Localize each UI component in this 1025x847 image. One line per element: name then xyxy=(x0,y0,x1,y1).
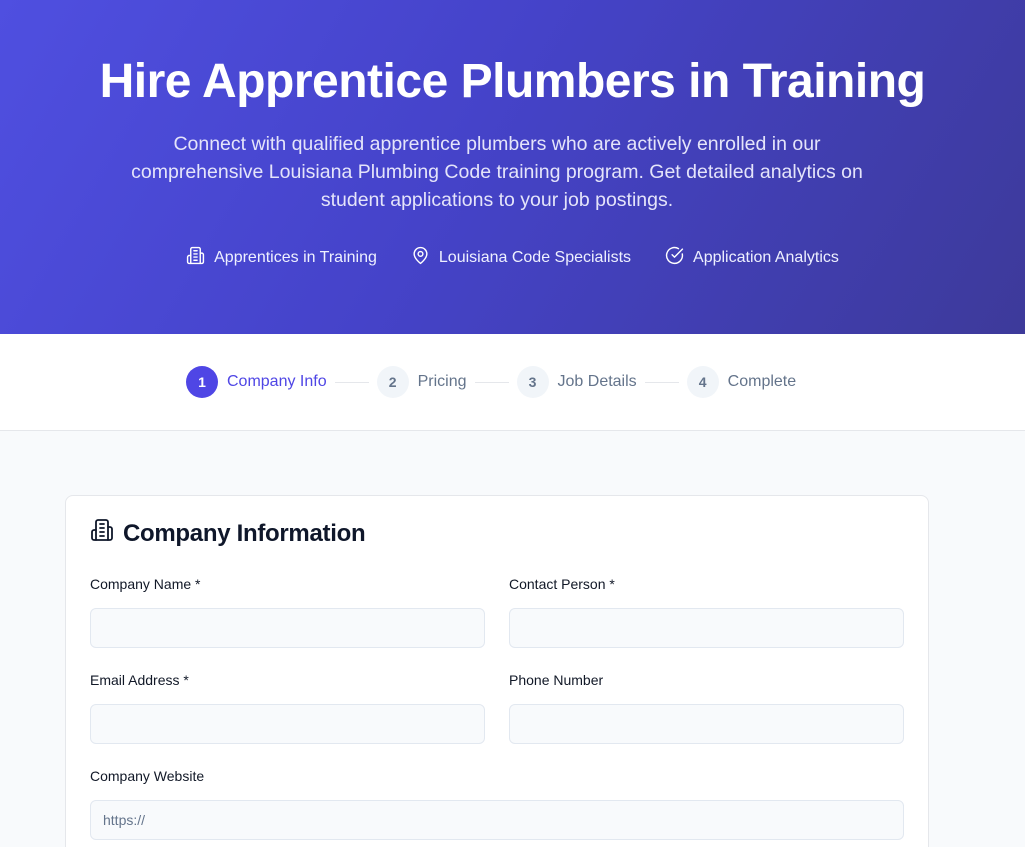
company-information-card: Company Information Company Name * Conta… xyxy=(65,495,929,847)
check-circle-icon xyxy=(665,246,684,270)
email-field: Email Address * xyxy=(90,670,485,744)
company-name-field: Company Name * xyxy=(90,574,485,648)
section-title-text: Company Information xyxy=(123,519,366,547)
step-label: Job Details xyxy=(557,373,637,390)
step-connector xyxy=(644,381,679,383)
page-title: Hire Apprentice Plumbers in Training xyxy=(99,55,926,108)
contact-person-input[interactable] xyxy=(509,608,904,648)
company-name-input[interactable] xyxy=(90,608,485,648)
website-field: Company Website xyxy=(90,766,904,840)
map-pin-icon xyxy=(411,246,430,270)
stepper: 1 Company Info 2 Pricing 3 Job Details 4… xyxy=(0,334,1025,431)
website-input[interactable] xyxy=(90,800,904,840)
step-number: 4 xyxy=(686,366,719,398)
step-number: 3 xyxy=(516,366,549,398)
step-connector xyxy=(474,381,509,383)
phone-label: Phone Number xyxy=(509,672,604,688)
step-number: 2 xyxy=(376,366,409,398)
step-complete[interactable]: 4 Complete xyxy=(686,366,797,398)
step-number: 1 xyxy=(186,366,218,398)
step-pricing[interactable]: 2 Pricing xyxy=(376,366,467,398)
building-icon xyxy=(90,518,114,549)
contact-person-label: Contact Person * xyxy=(509,576,615,592)
building-icon xyxy=(186,246,205,270)
hero-banner: Hire Apprentice Plumbers in Training Con… xyxy=(0,0,1025,334)
step-list: 1 Company Info 2 Pricing 3 Job Details 4… xyxy=(186,366,796,398)
step-job-details[interactable]: 3 Job Details xyxy=(516,366,637,398)
feature-item-louisiana: Louisiana Code Specialists xyxy=(411,246,631,270)
website-label: Company Website xyxy=(90,768,205,784)
hero-subtitle: Connect with qualified apprentice plumbe… xyxy=(131,133,863,211)
step-company-info[interactable]: 1 Company Info xyxy=(186,366,327,398)
company-name-label: Company Name * xyxy=(90,576,201,592)
contact-person-field: Contact Person * xyxy=(509,574,904,648)
feature-label: Louisiana Code Specialists xyxy=(438,249,632,266)
email-label: Email Address * xyxy=(90,672,189,688)
step-label: Company Info xyxy=(227,373,327,390)
email-input[interactable] xyxy=(90,704,485,744)
phone-field: Phone Number xyxy=(509,670,904,744)
step-label: Complete xyxy=(727,373,797,390)
feature-label: Apprentices in Training xyxy=(214,249,377,266)
step-connector xyxy=(334,381,369,383)
feature-label: Application Analytics xyxy=(693,249,839,266)
feature-item-analytics: Application Analytics xyxy=(665,246,839,270)
phone-input[interactable] xyxy=(509,704,904,744)
feature-item-apprentices: Apprentices in Training xyxy=(186,246,377,270)
feature-list: Apprentices in Training Louisiana Code S… xyxy=(0,246,1025,270)
step-label: Pricing xyxy=(417,373,467,390)
section-title: Company Information xyxy=(90,518,366,549)
